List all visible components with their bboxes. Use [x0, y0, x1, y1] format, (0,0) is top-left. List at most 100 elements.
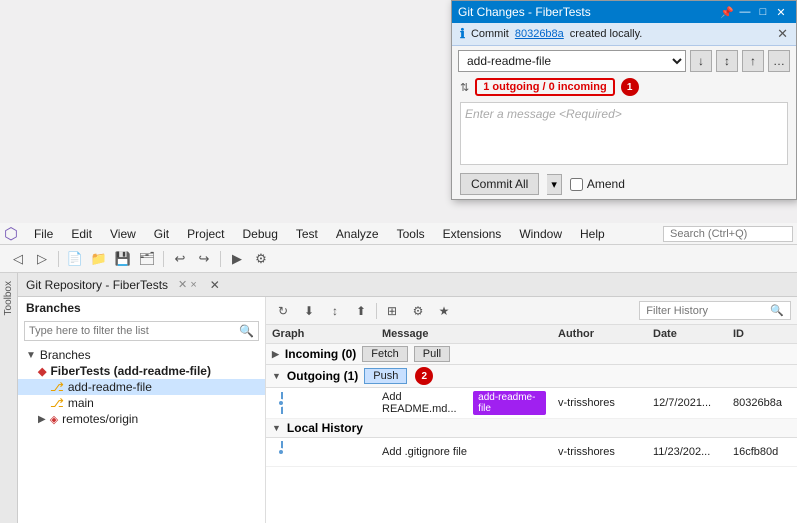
outgoing-triangle: ▼ [272, 371, 281, 381]
menu-analyze[interactable]: Analyze [328, 225, 387, 243]
git-repo-titlebar: Git Repository - FiberTests ✕ × ✕ [18, 273, 797, 297]
toolbar-forward-btn[interactable]: ▷ [32, 249, 52, 269]
graph-settings-btn[interactable]: ⚙ [407, 300, 429, 322]
main-toolbar: ◁ ▷ 📄 📁 💾 🗂 ↩ ↪ ▶ ⚙ [0, 245, 797, 273]
amend-label: Amend [587, 177, 625, 191]
branch-more-btn[interactable]: … [768, 50, 790, 72]
graph-refresh-btn[interactable]: ↻ [272, 300, 294, 322]
git-changes-titlebar: Git Changes - FiberTests 📌 — □ ✕ [452, 1, 796, 23]
toolbar-debug-btn[interactable]: ▶ [227, 249, 247, 269]
menu-edit[interactable]: Edit [63, 225, 100, 243]
local-history-row-0[interactable]: Add .gitignore file v-trisshores 11/23/2… [266, 438, 797, 467]
tree-remotes[interactable]: ▶ ◈ remotes/origin [18, 411, 265, 427]
vs-logo: ⬡ [4, 224, 18, 244]
graph-toolbar: ↻ ⬇ ↕ ⬆ ⊞ ⚙ ★ 🔍 [266, 297, 797, 325]
info-icon: ℹ [460, 26, 465, 42]
sync-row: ⇅ 1 outgoing / 0 incoming 1 [452, 76, 796, 98]
menu-extensions[interactable]: Extensions [435, 225, 510, 243]
remotes-git-icon: ◈ [50, 413, 58, 426]
toolbar-back-btn[interactable]: ◁ [8, 249, 28, 269]
branches-root-label: Branches [40, 348, 91, 362]
repo-tab-pin[interactable]: ✕ × [178, 278, 197, 291]
branches-search-input[interactable] [29, 325, 239, 337]
branch-fetch-btn[interactable]: ↓ [690, 50, 712, 72]
graph-fetch-btn[interactable]: ⬇ [298, 300, 320, 322]
titlebar-close-btn[interactable]: ✕ [772, 3, 790, 21]
graph-sep-1 [376, 303, 377, 319]
pull-btn[interactable]: Pull [414, 346, 450, 362]
push-badge: 2 [415, 367, 433, 385]
graph-pull-btn[interactable]: ↕ [324, 300, 346, 322]
titlebar-pin-btn[interactable]: 📌 [718, 3, 736, 21]
toolbar-redo-btn[interactable]: ↪ [194, 249, 214, 269]
branch-pull-btn[interactable]: ↕ [716, 50, 738, 72]
local-history-row-graph [266, 438, 376, 466]
outgoing-row-author: v-trisshores [552, 394, 647, 412]
col-header-message: Message [376, 325, 552, 343]
remotes-label: remotes/origin [62, 412, 138, 426]
menu-tools[interactable]: Tools [389, 225, 433, 243]
tree-add-readme-branch[interactable]: ⎇ add-readme-file [18, 379, 265, 395]
branch-push-btn[interactable]: ↑ [742, 50, 764, 72]
tree-main-branch[interactable]: ⎇ main [18, 395, 265, 411]
graph-bookmark-btn[interactable]: ★ [433, 300, 455, 322]
commit-dropdown-btn[interactable]: ▾ [547, 174, 562, 195]
incoming-triangle: ▶ [272, 349, 279, 360]
remotes-expand-icon: ▶ [38, 414, 46, 425]
branches-header: Branches [18, 297, 265, 319]
titlebar-maximize-btn[interactable]: □ [754, 3, 772, 21]
local-history-row-id: 16cfb80d [727, 443, 797, 461]
toolbar-new-btn[interactable]: 📄 [65, 249, 85, 269]
amend-checkbox[interactable] [570, 178, 583, 191]
incoming-section-header[interactable]: ▶ Incoming (0) Fetch Pull [266, 344, 797, 365]
local-history-header[interactable]: ▼ Local History [266, 419, 797, 438]
fetch-btn[interactable]: Fetch [362, 346, 408, 362]
sync-indicator[interactable]: 1 outgoing / 0 incoming [475, 78, 614, 96]
branches-collapse-icon: ▼ [26, 350, 36, 361]
menu-project[interactable]: Project [179, 225, 232, 243]
outgoing-label: Outgoing (1) [287, 369, 358, 383]
graph-filter-btn[interactable]: ⊞ [381, 300, 403, 322]
outgoing-row-date: 12/7/2021... [647, 394, 727, 412]
menu-bar: ⬡ File Edit View Git Project Debug Test … [0, 223, 797, 245]
commit-hash-link[interactable]: 80326b8a [515, 28, 564, 40]
outgoing-row-0[interactable]: Add README.md... add-readme-file v-triss… [266, 388, 797, 419]
tree-fibertests[interactable]: ◆ FiberTests (add-readme-file) [18, 363, 265, 379]
outgoing-section-header[interactable]: ▼ Outgoing (1) Push 2 [266, 365, 797, 388]
titlebar-minimize-btn[interactable]: — [736, 3, 754, 21]
toolbar-open-btn[interactable]: 📁 [89, 249, 109, 269]
filter-history-container[interactable]: 🔍 [639, 301, 791, 320]
menu-search-input[interactable] [663, 226, 793, 242]
local-history-row-author: v-trisshores [552, 443, 647, 461]
git-repo-title: Git Repository - FiberTests [26, 278, 168, 292]
local-history-row-date: 11/23/202... [647, 443, 727, 461]
menu-file[interactable]: File [26, 225, 61, 243]
graph-push-btn[interactable]: ⬆ [350, 300, 372, 322]
incoming-label: Incoming (0) [285, 347, 356, 361]
menu-help[interactable]: Help [572, 225, 613, 243]
repo-close-btn[interactable]: ✕ [205, 275, 225, 295]
branches-search-icon: 🔍 [239, 324, 254, 338]
branch-select[interactable]: add-readme-file [458, 50, 686, 72]
toolbar-undo-btn[interactable]: ↩ [170, 249, 190, 269]
info-bar-close-btn[interactable]: ✕ [777, 26, 788, 42]
commit-all-btn[interactable]: Commit All [460, 173, 539, 195]
branch-tree: ▼ Branches ◆ FiberTests (add-readme-file… [18, 343, 265, 523]
message-input-area[interactable]: Enter a message <Required> [460, 102, 788, 165]
branches-search-box[interactable]: 🔍 [24, 321, 259, 341]
menu-window[interactable]: Window [511, 225, 570, 243]
menu-test[interactable]: Test [288, 225, 326, 243]
filter-history-input[interactable] [646, 305, 766, 317]
menu-view[interactable]: View [102, 225, 144, 243]
toolbar-save-btn[interactable]: 💾 [113, 249, 133, 269]
toolbar-save-all-btn[interactable]: 🗂 [137, 249, 157, 269]
menu-git[interactable]: Git [146, 225, 177, 243]
push-btn[interactable]: Push [364, 368, 407, 384]
toolbar-sep-3 [220, 251, 221, 267]
info-text: Commit [471, 28, 509, 40]
add-readme-branch-icon: ⎇ [50, 380, 64, 394]
toolbar-misc-btn[interactable]: ⚙ [251, 249, 271, 269]
menu-debug[interactable]: Debug [235, 225, 286, 243]
tree-branches-root[interactable]: ▼ Branches [18, 347, 265, 363]
col-header-id: ID [727, 325, 797, 343]
